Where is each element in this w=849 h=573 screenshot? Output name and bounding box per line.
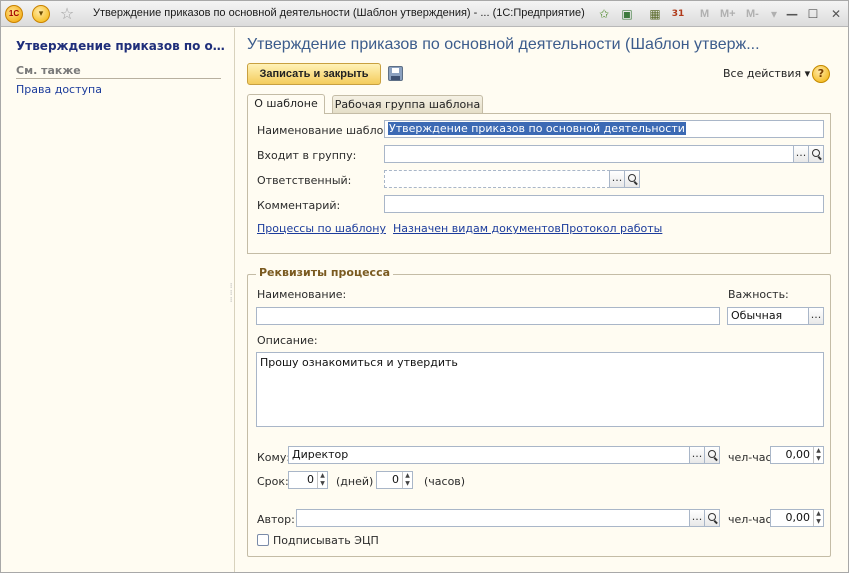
hours-field[interactable]: 0 ▲ ▼	[376, 471, 413, 489]
sidebar: Утверждение приказов по основ... См. так…	[1, 28, 235, 572]
title-bar: 1С ▾ ☆ Утверждение приказов по основной …	[1, 1, 848, 27]
importance-field[interactable]: Обычная	[727, 307, 809, 325]
calendar-icon[interactable]: 31	[669, 5, 687, 23]
template-name-value: Утверждение приказов по основной деятель…	[388, 122, 686, 135]
responsible-label: Ответственный:	[257, 174, 352, 187]
sidebar-item-access-rights[interactable]: Права доступа	[16, 83, 102, 96]
app-logo-icon[interactable]: 1С	[5, 5, 23, 23]
process-group-title: Реквизиты процесса	[256, 266, 394, 279]
template-name-label: Наименование шаблона:	[257, 124, 401, 137]
group-field[interactable]	[384, 145, 794, 163]
manhours-field[interactable]: 0,00 ▲ ▼	[770, 446, 824, 464]
description-textarea[interactable]: Прошу ознакомиться и утвердить	[256, 352, 824, 427]
author-field[interactable]	[296, 509, 690, 527]
memory-subtract-button[interactable]: M-	[746, 5, 759, 23]
hours-value: 0	[392, 473, 399, 486]
days-stepper[interactable]: ▲ ▼	[317, 472, 327, 488]
favorites-icon[interactable]: ☆	[58, 5, 76, 23]
help-icon[interactable]: ?	[812, 65, 830, 83]
process-name-label: Наименование:	[257, 288, 347, 301]
group-label: Входит в группу:	[257, 149, 357, 162]
author-manhours-value: 0,00	[785, 511, 811, 524]
memory-button[interactable]: M	[700, 5, 709, 23]
link-processes-by-template[interactable]: Процессы по шаблону	[257, 222, 386, 235]
chevron-up-icon[interactable]: ▲	[318, 472, 327, 480]
recipient-label: Кому:	[257, 451, 291, 464]
splitter-handle[interactable]: ⁞ ⁞ ⁞	[230, 283, 233, 304]
group-choose-button[interactable]: ...	[793, 145, 809, 163]
importance-label: Важность:	[728, 288, 789, 301]
app-window: 1С ▾ ☆ Утверждение приказов по основной …	[0, 0, 849, 573]
page-title: Утверждение приказов по основной деятель…	[247, 36, 760, 53]
chevron-down-icon[interactable]: ▼	[403, 480, 412, 488]
sign-ecp-checkbox[interactable]	[257, 534, 269, 546]
responsible-field[interactable]	[384, 170, 610, 188]
process-name-field[interactable]	[256, 307, 720, 325]
responsible-search-button[interactable]	[624, 170, 640, 188]
author-choose-button[interactable]: ...	[689, 509, 705, 527]
window-title: Утверждение приказов по основной деятель…	[93, 7, 585, 19]
chevron-down-icon[interactable]: ▼	[814, 455, 823, 463]
hours-stepper[interactable]: ▲ ▼	[402, 472, 412, 488]
all-actions-menu[interactable]: Все действия ▾	[723, 67, 810, 80]
author-manhours-field[interactable]: 0,00 ▲ ▼	[770, 509, 824, 527]
description-label: Описание:	[257, 334, 318, 347]
chevron-up-icon[interactable]: ▲	[814, 447, 823, 455]
memory-add-button[interactable]: M+	[720, 5, 736, 23]
maximize-icon[interactable]: ☐	[804, 5, 822, 23]
comment-label: Комментарий:	[257, 199, 341, 212]
template-name-field[interactable]: Утверждение приказов по основной деятель…	[384, 120, 824, 138]
author-manhours-label: чел-час:	[728, 513, 776, 526]
chevron-down-icon[interactable]: ▼	[814, 518, 823, 526]
importance-choose-button[interactable]: ...	[808, 307, 824, 325]
chevron-down-icon[interactable]: ▼	[318, 480, 327, 488]
link-work-log[interactable]: Протокол работы	[561, 222, 662, 235]
days-field[interactable]: 0 ▲ ▼	[288, 471, 328, 489]
manhours-value: 0,00	[785, 448, 811, 461]
add-favorite-icon[interactable]: ✩	[595, 5, 613, 23]
bookmark-icon[interactable]: ▣	[618, 5, 636, 23]
tab-about-template[interactable]: О шаблоне	[247, 94, 325, 114]
group-search-button[interactable]	[808, 145, 824, 163]
search-icon	[628, 174, 636, 182]
tab-working-group[interactable]: Рабочая группа шаблона	[332, 95, 483, 114]
search-icon	[708, 513, 716, 521]
author-manhours-stepper[interactable]: ▲ ▼	[813, 510, 823, 526]
main-menu-icon[interactable]: ▾	[32, 5, 50, 23]
search-icon	[812, 149, 820, 157]
calculator-icon[interactable]: ▦	[646, 5, 664, 23]
deadline-label: Срок:	[257, 475, 289, 488]
author-label: Автор:	[257, 513, 295, 526]
manhours-stepper[interactable]: ▲ ▼	[813, 447, 823, 463]
author-search-button[interactable]	[704, 509, 720, 527]
chevron-up-icon[interactable]: ▲	[814, 510, 823, 518]
save-disk-icon[interactable]	[388, 66, 403, 81]
chevron-up-icon[interactable]: ▲	[403, 472, 412, 480]
search-icon	[708, 450, 716, 458]
comment-field[interactable]	[384, 195, 824, 213]
days-label: (дней)	[336, 475, 374, 488]
manhours-label: чел-час:	[728, 451, 776, 464]
divider	[16, 78, 221, 79]
sidebar-title[interactable]: Утверждение приказов по основ...	[16, 39, 228, 53]
hours-label: (часов)	[424, 475, 466, 488]
link-assigned-doc-types[interactable]: Назначен видам документов	[393, 222, 561, 235]
minimize-icon[interactable]: —	[783, 5, 801, 23]
recipient-search-button[interactable]	[704, 446, 720, 464]
main-area: Утверждение приказов по основной деятель…	[236, 28, 848, 572]
responsible-choose-button[interactable]: ...	[609, 170, 625, 188]
sign-ecp-label: Подписывать ЭЦП	[273, 534, 379, 547]
save-and-close-button[interactable]: Записать и закрыть	[247, 63, 381, 85]
days-value: 0	[307, 473, 314, 486]
close-icon[interactable]: ✕	[827, 5, 845, 23]
recipient-choose-button[interactable]: ...	[689, 446, 705, 464]
see-also-heading: См. также	[16, 64, 81, 77]
recipient-field[interactable]: Директор	[288, 446, 690, 464]
chevron-down-icon[interactable]: ▾	[765, 5, 783, 23]
